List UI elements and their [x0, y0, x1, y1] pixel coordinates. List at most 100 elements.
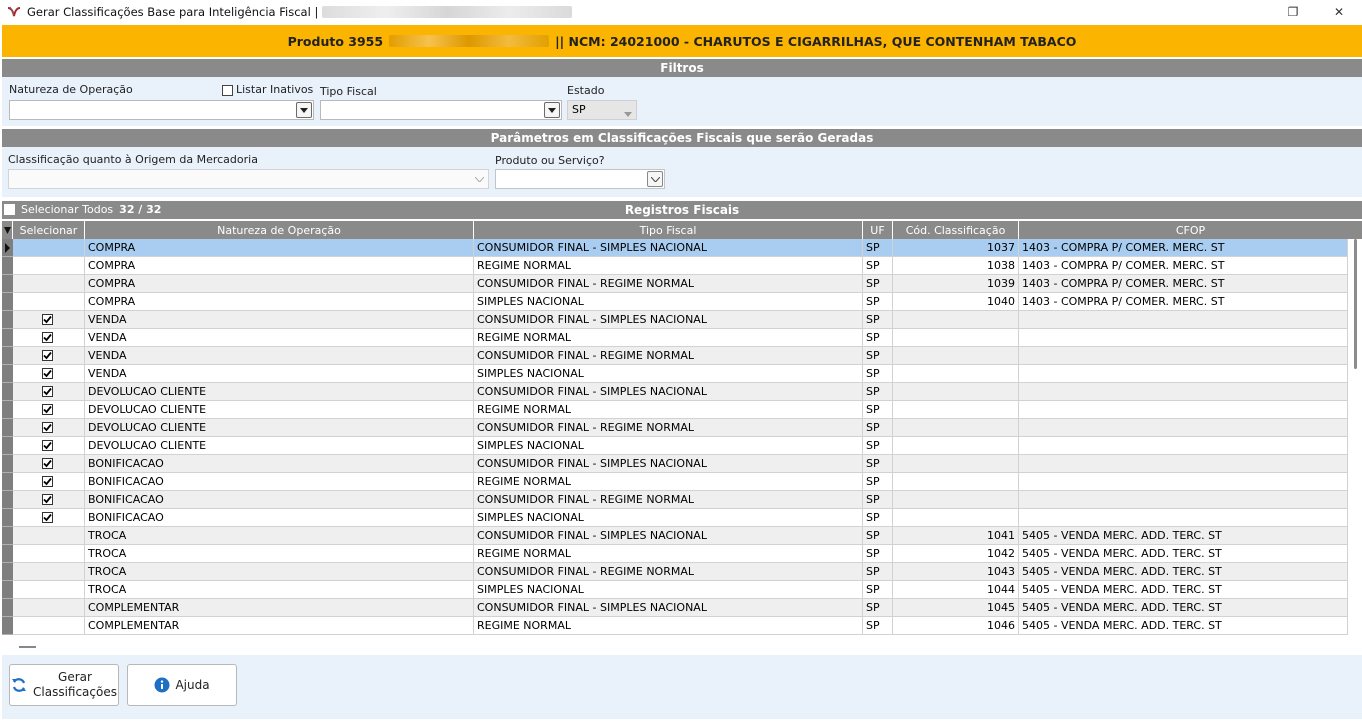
- row-indicator[interactable]: [2, 527, 13, 545]
- cell-uf[interactable]: SP: [863, 437, 893, 455]
- cell-tipo-fiscal[interactable]: SIMPLES NACIONAL: [474, 581, 863, 599]
- cell-cod-classificacao[interactable]: 1045: [893, 599, 1019, 617]
- cell-natureza[interactable]: BONIFICACAO: [85, 509, 474, 527]
- col-header-tipo-fiscal[interactable]: Tipo Fiscal: [474, 221, 863, 239]
- listar-inativos[interactable]: Listar Inativos: [222, 83, 313, 96]
- chevron-down-icon[interactable]: [296, 102, 312, 118]
- row-select-cell[interactable]: [13, 545, 85, 563]
- chevron-down-icon[interactable]: [647, 171, 663, 187]
- cell-natureza[interactable]: DEVOLUCAO CLIENTE: [85, 401, 474, 419]
- cell-cfop[interactable]: [1019, 509, 1348, 527]
- cell-natureza[interactable]: TROCA: [85, 545, 474, 563]
- table-row[interactable]: COMPLEMENTAR CONSUMIDOR FINAL - SIMPLES N…: [2, 599, 1348, 617]
- row-select-cell[interactable]: [13, 347, 85, 365]
- table-row[interactable]: COMPRA CONSUMIDOR FINAL - SIMPLES NACIONA…: [2, 239, 1348, 257]
- table-row[interactable]: DEVOLUCAO CLIENTE SIMPLES NACIONAL SP: [2, 437, 1348, 455]
- table-row[interactable]: BONIFICACAO CONSUMIDOR FINAL - SIMPLES NA…: [2, 455, 1348, 473]
- cell-uf[interactable]: SP: [863, 383, 893, 401]
- cell-tipo-fiscal[interactable]: REGIME NORMAL: [474, 401, 863, 419]
- cell-tipo-fiscal[interactable]: CONSUMIDOR FINAL - SIMPLES NACIONAL: [474, 383, 863, 401]
- row-indicator[interactable]: [2, 545, 13, 563]
- cell-tipo-fiscal[interactable]: CONSUMIDOR FINAL - REGIME NORMAL: [474, 347, 863, 365]
- cell-cfop[interactable]: 1403 - COMPRA P/ COMER. MERC. ST: [1019, 239, 1348, 257]
- row-select-checkbox[interactable]: [42, 332, 53, 343]
- cell-uf[interactable]: SP: [863, 599, 893, 617]
- cell-tipo-fiscal[interactable]: CONSUMIDOR FINAL - SIMPLES NACIONAL: [474, 527, 863, 545]
- cell-cod-classificacao[interactable]: 1044: [893, 581, 1019, 599]
- row-indicator[interactable]: [2, 491, 13, 509]
- natureza-select[interactable]: [9, 100, 314, 120]
- row-select-checkbox[interactable]: [42, 368, 53, 379]
- cell-cod-classificacao[interactable]: [893, 473, 1019, 491]
- cell-uf[interactable]: SP: [863, 455, 893, 473]
- cell-cod-classificacao[interactable]: [893, 437, 1019, 455]
- cell-natureza[interactable]: COMPRA: [85, 293, 474, 311]
- cell-cod-classificacao[interactable]: [893, 311, 1019, 329]
- row-select-checkbox[interactable]: [42, 440, 53, 451]
- cell-cod-classificacao[interactable]: 1046: [893, 617, 1019, 635]
- cell-tipo-fiscal[interactable]: REGIME NORMAL: [474, 257, 863, 275]
- row-indicator[interactable]: [2, 599, 13, 617]
- cell-tipo-fiscal[interactable]: SIMPLES NACIONAL: [474, 365, 863, 383]
- row-select-cell[interactable]: [13, 617, 85, 635]
- cell-tipo-fiscal[interactable]: CONSUMIDOR FINAL - REGIME NORMAL: [474, 563, 863, 581]
- table-row[interactable]: TROCA CONSUMIDOR FINAL - REGIME NORMAL SP 1…: [2, 563, 1348, 581]
- table-row[interactable]: COMPRA REGIME NORMAL SP 1038 1403 - COMPRA P…: [2, 257, 1348, 275]
- cell-uf[interactable]: SP: [863, 275, 893, 293]
- cell-uf[interactable]: SP: [863, 257, 893, 275]
- col-header-uf[interactable]: UF: [863, 221, 893, 239]
- cell-cod-classificacao[interactable]: 1041: [893, 527, 1019, 545]
- cell-natureza[interactable]: COMPRA: [85, 257, 474, 275]
- cell-uf[interactable]: SP: [863, 329, 893, 347]
- cell-cfop[interactable]: [1019, 383, 1348, 401]
- gerar-classificacoes-button[interactable]: Gerar Classificações: [9, 664, 119, 706]
- cell-tipo-fiscal[interactable]: REGIME NORMAL: [474, 617, 863, 635]
- table-row[interactable]: VENDA CONSUMIDOR FINAL - REGIME NORMAL SP: [2, 347, 1348, 365]
- cell-tipo-fiscal[interactable]: REGIME NORMAL: [474, 545, 863, 563]
- table-row[interactable]: BONIFICACAO SIMPLES NACIONAL SP: [2, 509, 1348, 527]
- row-indicator[interactable]: [2, 419, 13, 437]
- table-row[interactable]: VENDA REGIME NORMAL SP: [2, 329, 1348, 347]
- row-select-checkbox[interactable]: [42, 314, 53, 325]
- table-row[interactable]: COMPRA CONSUMIDOR FINAL - REGIME NORMAL SP…: [2, 275, 1348, 293]
- cell-uf[interactable]: SP: [863, 563, 893, 581]
- tipo-fiscal-select[interactable]: [320, 100, 562, 120]
- row-select-checkbox[interactable]: [42, 404, 53, 415]
- row-select-cell[interactable]: [13, 383, 85, 401]
- cell-cfop[interactable]: 1403 - COMPRA P/ COMER. MERC. ST: [1019, 293, 1348, 311]
- row-indicator[interactable]: [2, 617, 13, 635]
- cell-tipo-fiscal[interactable]: CONSUMIDOR FINAL - SIMPLES NACIONAL: [474, 455, 863, 473]
- cell-natureza[interactable]: COMPRA: [85, 275, 474, 293]
- cell-cod-classificacao[interactable]: 1043: [893, 563, 1019, 581]
- row-indicator[interactable]: [2, 437, 13, 455]
- cell-uf[interactable]: SP: [863, 401, 893, 419]
- select-all[interactable]: Selecionar Todos 32 / 32: [4, 203, 161, 216]
- table-row[interactable]: BONIFICACAO REGIME NORMAL SP: [2, 473, 1348, 491]
- chevron-down-icon[interactable]: [544, 102, 560, 118]
- cell-cfop[interactable]: [1019, 311, 1348, 329]
- cell-natureza[interactable]: BONIFICACAO: [85, 473, 474, 491]
- table-row[interactable]: TROCA SIMPLES NACIONAL SP 1044 5405 - VENDA …: [2, 581, 1348, 599]
- col-header-cod[interactable]: Cód. Classificação: [893, 221, 1019, 239]
- cell-cfop[interactable]: 5405 - VENDA MERC. ADD. TERC. ST: [1019, 545, 1348, 563]
- row-select-cell[interactable]: [13, 257, 85, 275]
- cell-natureza[interactable]: VENDA: [85, 311, 474, 329]
- table-row[interactable]: BONIFICACAO CONSUMIDOR FINAL - REGIME NOR…: [2, 491, 1348, 509]
- chevron-down-icon[interactable]: [471, 171, 487, 187]
- cell-cod-classificacao[interactable]: [893, 455, 1019, 473]
- row-indicator[interactable]: [2, 311, 13, 329]
- cell-cod-classificacao[interactable]: [893, 491, 1019, 509]
- row-indicator[interactable]: [2, 293, 13, 311]
- cell-natureza[interactable]: BONIFICACAO: [85, 491, 474, 509]
- row-select-cell[interactable]: [13, 581, 85, 599]
- cell-uf[interactable]: SP: [863, 545, 893, 563]
- cell-cfop[interactable]: 1403 - COMPRA P/ COMER. MERC. ST: [1019, 257, 1348, 275]
- row-select-checkbox[interactable]: [42, 386, 53, 397]
- cell-uf[interactable]: SP: [863, 581, 893, 599]
- maximize-button[interactable]: ❐: [1270, 0, 1316, 24]
- close-button[interactable]: ✕: [1316, 0, 1362, 24]
- row-indicator[interactable]: [2, 509, 13, 527]
- cell-uf[interactable]: SP: [863, 347, 893, 365]
- cell-tipo-fiscal[interactable]: CONSUMIDOR FINAL - REGIME NORMAL: [474, 419, 863, 437]
- row-select-cell[interactable]: [13, 599, 85, 617]
